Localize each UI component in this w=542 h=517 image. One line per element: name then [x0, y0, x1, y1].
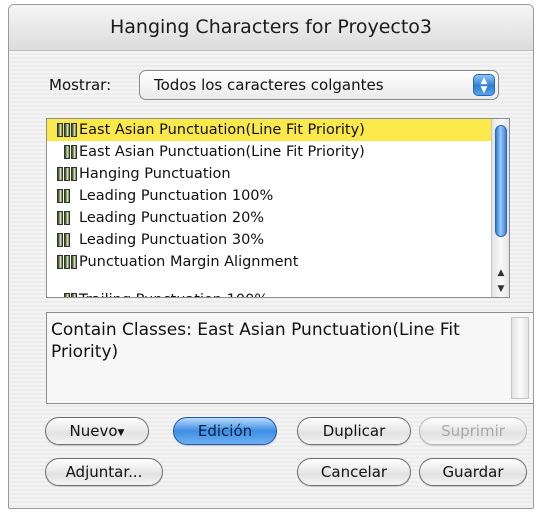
list-item-label: Hanging Punctuation	[79, 166, 231, 182]
scroll-down-icon[interactable]: ▼	[492, 281, 509, 297]
list-item[interactable]: Leading Punctuation 20%	[47, 207, 492, 229]
list-item-label: Punctuation Margin Alignment	[79, 254, 299, 270]
popup-arrows-icon: ▲ ▼	[473, 74, 495, 96]
dropdown-triangle-icon: ▼	[117, 428, 125, 438]
new-button[interactable]: Nuevo▼	[45, 417, 149, 445]
set-glyph-icon	[64, 145, 78, 159]
scroll-up-icon[interactable]: ▲	[492, 265, 509, 281]
hanging-characters-dialog: Hanging Characters for Proyecto3 Mostrar…	[8, 4, 534, 509]
window-title: Hanging Characters for Proyecto3	[9, 5, 533, 51]
cancel-button[interactable]: Cancelar	[297, 458, 411, 486]
delete-button: Suprimir	[419, 417, 527, 445]
set-details-text: Contain Classes: East Asian Punctuation(…	[51, 320, 460, 362]
set-glyph-icon	[57, 255, 78, 269]
list-scrollbar[interactable]: ▲ ▼	[491, 119, 509, 297]
new-button-label: Nuevo	[69, 422, 118, 440]
list-item[interactable]: East Asian Punctuation(Line Fit Priority…	[47, 141, 492, 163]
set-glyph-icon	[64, 293, 78, 297]
list-item-label: East Asian Punctuation(Line Fit Priority…	[79, 144, 365, 160]
list-item[interactable]: Leading Punctuation 30%	[47, 229, 492, 251]
list-item-label: Leading Punctuation 30%	[79, 232, 265, 248]
list-item-label: Leading Punctuation 20%	[79, 210, 265, 226]
set-glyph-icon	[57, 189, 71, 203]
list-item-label: Trailing Punctuation 100%	[79, 289, 268, 297]
set-glyph-icon	[57, 167, 78, 181]
list-item[interactable]: Hanging Punctuation	[47, 163, 492, 185]
list-item[interactable]: Leading Punctuation 100%	[47, 185, 492, 207]
duplicate-button[interactable]: Duplicar	[297, 417, 411, 445]
list-item-label: East Asian Punctuation(Line Fit Priority…	[79, 122, 365, 138]
save-button[interactable]: Guardar	[419, 458, 527, 486]
show-label: Mostrar:	[49, 76, 112, 94]
list-item[interactable]: Trailing Punctuation 100%	[47, 289, 492, 297]
list-item[interactable]: Punctuation Margin Alignment	[47, 251, 492, 273]
set-glyph-icon	[57, 211, 71, 225]
edit-button[interactable]: Edición	[173, 417, 277, 445]
details-scrollbar[interactable]	[511, 317, 529, 399]
set-glyph-icon	[57, 233, 71, 247]
set-glyph-icon	[57, 123, 78, 137]
show-filter-popup[interactable]: Todos los caracteres colgantes ▲ ▼	[139, 70, 499, 100]
scroll-thumb[interactable]	[495, 125, 507, 237]
set-details-panel: Contain Classes: East Asian Punctuation(…	[46, 312, 533, 404]
list-item-label: Leading Punctuation 100%	[79, 188, 274, 204]
show-filter-value: Todos los caracteres colgantes	[154, 76, 384, 94]
append-button[interactable]: Adjuntar...	[45, 458, 163, 486]
hanging-set-list[interactable]: East Asian Punctuation(Line Fit Priority…	[46, 118, 510, 298]
list-item[interactable]: East Asian Punctuation(Line Fit Priority…	[47, 119, 492, 141]
